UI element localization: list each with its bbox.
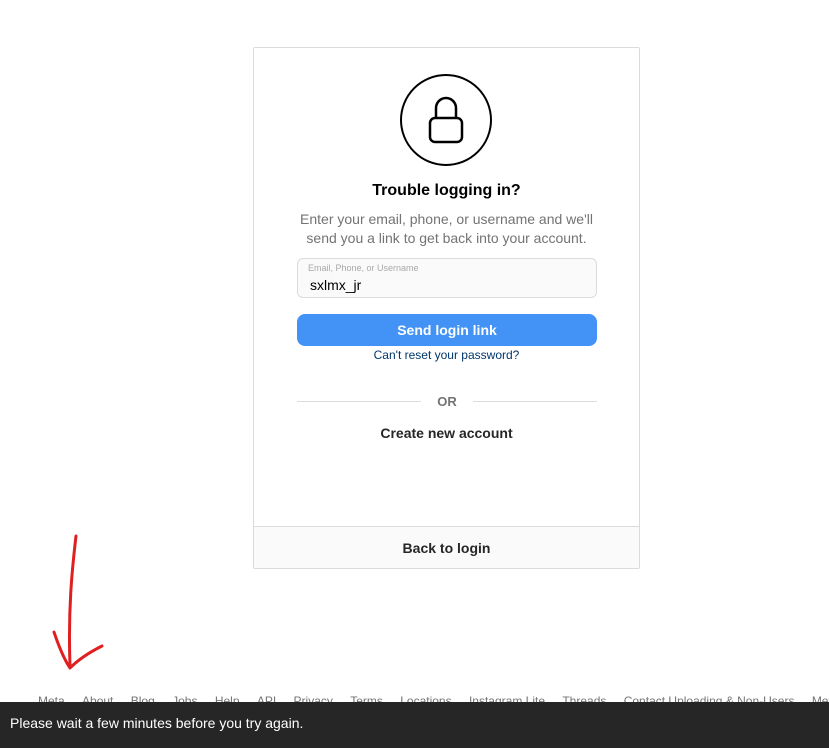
- instructions-text: Enter your email, phone, or username and…: [300, 211, 593, 246]
- divider-line-right: [473, 401, 597, 402]
- or-divider: OR: [297, 394, 597, 410]
- send-login-link-button[interactable]: Send login link: [297, 314, 597, 346]
- back-to-login-button[interactable]: Back to login: [254, 526, 639, 568]
- page: Trouble logging in? Enter your email, ph…: [0, 0, 829, 748]
- identifier-field[interactable]: Email, Phone, or Username: [297, 258, 597, 298]
- page-title: Trouble logging in?: [372, 182, 521, 199]
- cant-reset-password-link[interactable]: Can't reset your password?: [254, 348, 639, 362]
- lock-icon: [400, 74, 492, 166]
- error-toast: Please wait a few minutes before you try…: [0, 702, 829, 748]
- identifier-field-label: Email, Phone, or Username: [308, 263, 419, 273]
- red-arrow-annotation: [52, 534, 104, 670]
- identifier-input[interactable]: [310, 277, 580, 293]
- create-new-account-link[interactable]: Create new account: [254, 425, 639, 441]
- reset-password-card: Trouble logging in? Enter your email, ph…: [253, 47, 640, 569]
